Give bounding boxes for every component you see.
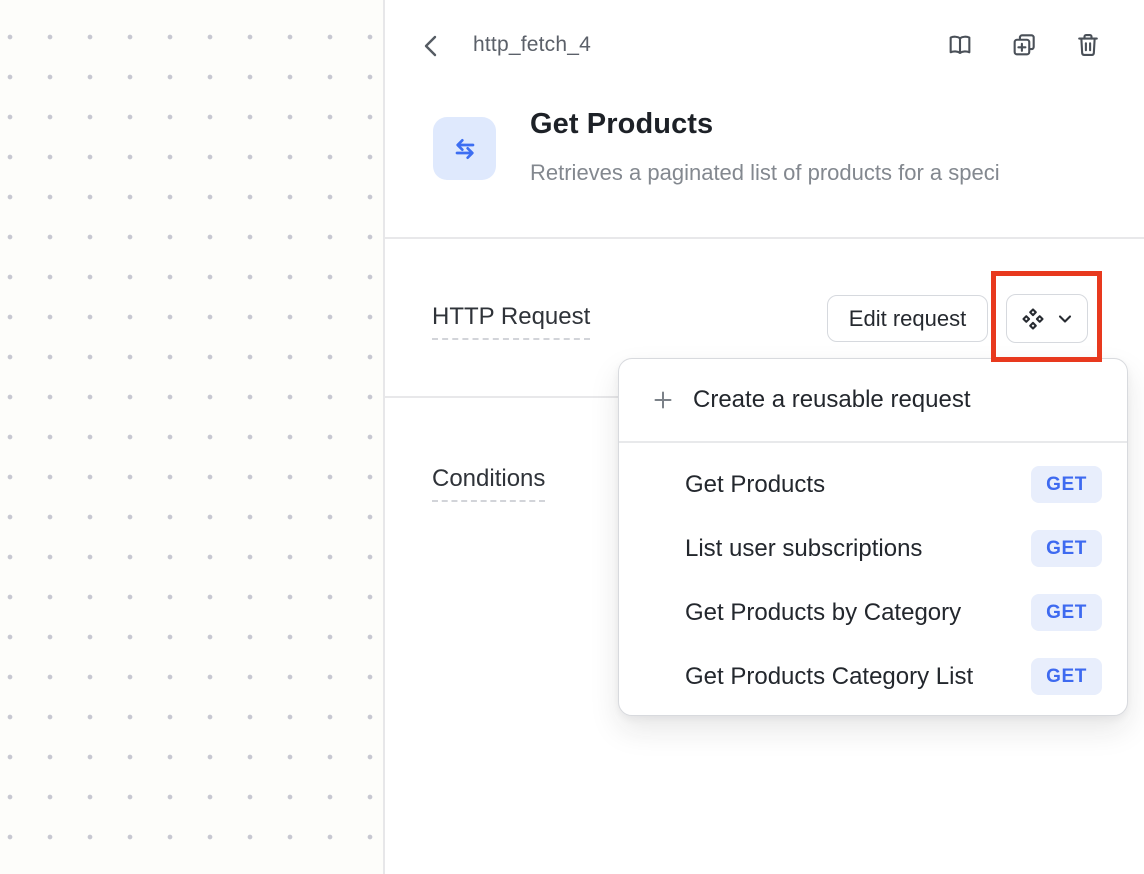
section-divider [385,237,1144,239]
copy-plus-icon [1010,31,1038,59]
menu-item-label: Get Products Category List [685,663,1031,691]
node-description: Retrieves a paginated list of products f… [530,160,1130,186]
menu-item-get-products-category-list[interactable]: Get Products Category List GET [619,645,1127,709]
node-id-label: http_fetch_4 [473,33,591,57]
http-node-icon [433,117,496,180]
menu-item-label: Create a reusable request [693,386,971,414]
menu-item-label: Get Products [685,471,1031,499]
reusable-request-list: Get Products GET List user subscriptions… [619,443,1127,709]
back-arrow-icon [418,32,446,60]
menu-item-create-reusable-request[interactable]: Create a reusable request [619,359,1127,441]
section-divider [385,396,618,398]
menu-item-get-products-by-category[interactable]: Get Products by Category GET [619,581,1127,645]
http-method-badge: GET [1031,594,1102,631]
chevron-down-icon [1055,309,1075,329]
http-method-badge: GET [1031,530,1102,567]
swap-arrows-icon [449,133,481,165]
http-method-badge: GET [1031,658,1102,695]
http-request-label: HTTP Request [432,303,590,340]
workflow-canvas[interactable] [0,0,383,874]
open-book-icon [946,31,974,59]
trash-icon [1074,31,1102,59]
node-title: Get Products [530,108,713,141]
edit-request-button[interactable]: Edit request [827,295,988,342]
http-method-badge: GET [1031,466,1102,503]
menu-item-list-user-subscriptions[interactable]: List user subscriptions GET [619,517,1127,581]
docs-button[interactable] [946,31,974,59]
duplicate-button[interactable] [1010,31,1038,59]
delete-button[interactable] [1074,31,1102,59]
plus-icon [651,388,675,412]
back-button[interactable] [418,32,446,60]
menu-item-get-products[interactable]: Get Products GET [619,453,1127,517]
menu-item-label: Get Products by Category [685,599,1031,627]
reusable-request-menu: Create a reusable request Get Products G… [618,358,1128,716]
conditions-label: Conditions [432,465,545,502]
diamond-cluster-icon [1020,306,1046,332]
reusable-request-dropdown-button[interactable] [1006,294,1088,343]
app-screen: http_fetch_4 [0,0,1144,874]
menu-item-label: List user subscriptions [685,535,1031,563]
